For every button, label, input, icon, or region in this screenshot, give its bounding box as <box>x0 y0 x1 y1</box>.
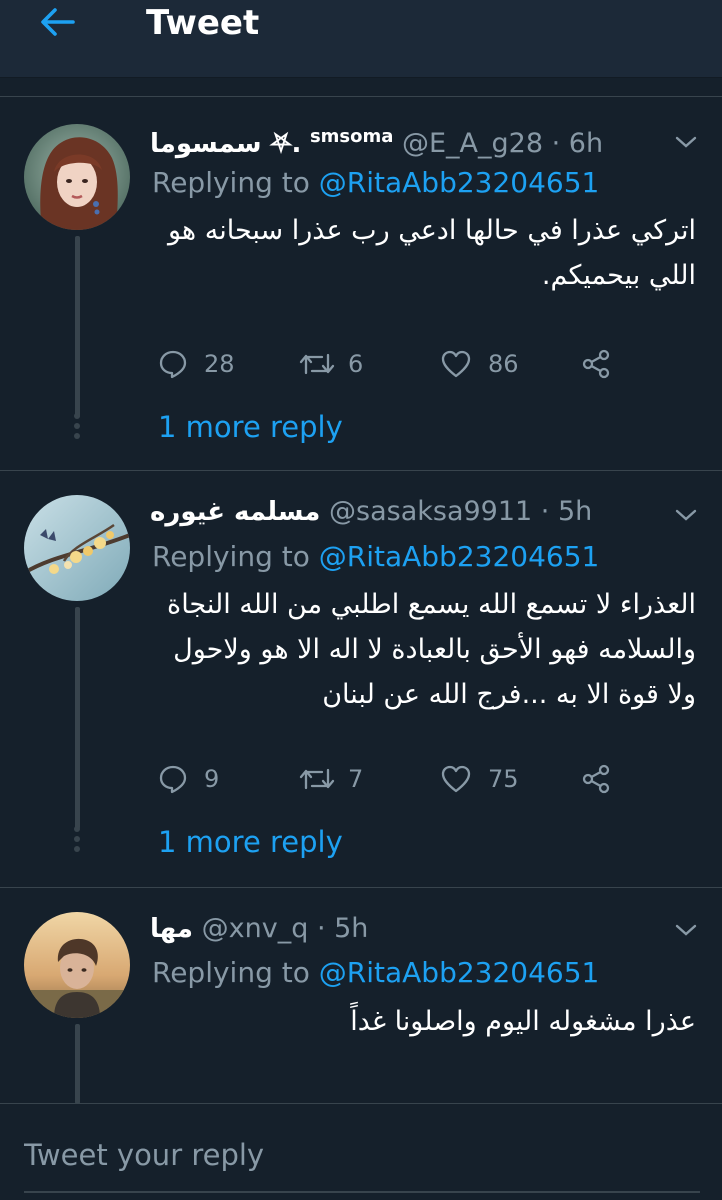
replying-to-label: Replying to <box>152 956 310 989</box>
timestamp: · 5h <box>540 496 593 527</box>
show-more-replies-link[interactable]: 1 more reply <box>158 407 343 447</box>
tweet-menu-button[interactable] <box>674 507 698 523</box>
replying-to: Replying to @RitaAbb23204651 <box>152 164 599 202</box>
avatar[interactable] <box>24 495 130 601</box>
show-more-replies-link[interactable]: 1 more reply <box>158 822 343 862</box>
like-icon <box>441 350 471 378</box>
user-handle[interactable]: @sasaksa9911 <box>329 496 532 527</box>
display-name[interactable]: مسلمه غيوره <box>150 497 320 527</box>
user-handle[interactable]: @E_A_g28 <box>402 128 543 159</box>
mention-link[interactable]: @RitaAbb23204651 <box>319 956 600 989</box>
reply-button[interactable]: 9 <box>158 757 219 801</box>
tweet-text: اتركي عذرا في حالها ادعي رب عذرا سبحانه … <box>167 215 696 291</box>
tweet-actions: 28 6 86 <box>150 342 630 386</box>
mention-link[interactable]: @RitaAbb23204651 <box>319 166 600 199</box>
like-count: 75 <box>488 765 519 793</box>
reply-count: 28 <box>204 350 235 378</box>
like-button[interactable]: 86 <box>440 342 519 386</box>
thread-line <box>75 236 80 418</box>
share-icon <box>582 764 610 794</box>
share-button[interactable] <box>580 757 612 801</box>
replying-to: Replying to @RitaAbb23204651 <box>152 538 599 576</box>
retweet-button[interactable]: 7 <box>298 757 363 801</box>
display-name-latin: smsoma <box>309 126 394 147</box>
chevron-down-icon <box>675 136 697 148</box>
thread-line <box>75 1024 80 1104</box>
back-arrow-icon <box>41 8 75 36</box>
user-handle[interactable]: @xnv_q <box>202 913 309 944</box>
tweet-header: مسلمه غيوره @sasaksa9911 · 5h <box>150 493 592 531</box>
tweet-text: العذراء لا تسمع الله يسمع اطلبي من الله … <box>167 589 696 710</box>
tweet-card[interactable]: مها @xnv_q · 5h Replying to @RitaAbb2320… <box>0 888 722 1104</box>
share-icon <box>582 349 610 379</box>
top-app-bar: Tweet <box>0 0 722 78</box>
retweet-icon <box>299 768 335 790</box>
thread-line <box>75 607 80 829</box>
retweet-button[interactable]: 6 <box>298 342 363 386</box>
replying-to-label: Replying to <box>152 540 310 573</box>
replying-to: Replying to @RitaAbb23204651 <box>152 954 599 992</box>
chevron-down-icon <box>675 509 697 521</box>
like-button[interactable]: 75 <box>440 757 519 801</box>
chevron-down-icon <box>675 924 697 936</box>
reply-composer-bar <box>0 1103 722 1200</box>
retweet-count: 6 <box>348 350 364 378</box>
tweet-menu-button[interactable] <box>674 134 698 150</box>
tweet-actions: 9 7 75 <box>150 757 630 801</box>
thread-gap-dots <box>74 826 81 856</box>
reply-icon <box>159 350 187 379</box>
reply-icon <box>159 765 187 794</box>
tweet-header: مها @xnv_q · 5h <box>150 910 368 948</box>
retweet-icon <box>299 353 335 375</box>
tweet-menu-button[interactable] <box>674 922 698 938</box>
thread-gap-dots <box>74 413 81 443</box>
avatar[interactable] <box>24 124 130 230</box>
tweet-text: عذرا مشغوله اليوم واصلونا غداً <box>350 1006 696 1037</box>
replying-to-label: Replying to <box>152 166 310 199</box>
mention-link[interactable]: @RitaAbb23204651 <box>319 540 600 573</box>
avatar-image <box>24 912 130 1018</box>
share-button[interactable] <box>580 342 612 386</box>
avatar[interactable] <box>24 912 130 1018</box>
avatar-image <box>24 124 130 230</box>
reply-count: 9 <box>204 765 220 793</box>
like-count: 86 <box>488 350 519 378</box>
tweet-card[interactable]: مسلمه غيوره @sasaksa9911 · 5h Replying t… <box>0 471 722 887</box>
page-title: Tweet <box>146 3 260 43</box>
timestamp: · 5h <box>316 913 369 944</box>
display-name[interactable]: سمسوما ⛧. <box>150 129 301 159</box>
tweet-header: سمسوما ⛧. smsoma @E_A_g28 · 6h <box>150 118 604 159</box>
reply-input[interactable] <box>24 1132 704 1178</box>
reply-button[interactable]: 28 <box>158 342 235 386</box>
avatar-image <box>24 495 130 601</box>
timestamp: · 6h <box>551 128 604 159</box>
retweet-count: 7 <box>348 765 364 793</box>
display-name[interactable]: مها <box>150 914 193 944</box>
back-button[interactable] <box>30 2 84 42</box>
like-icon <box>441 765 471 793</box>
tweet-card[interactable]: سمسوما ⛧. smsoma @E_A_g28 · 6h Replying … <box>0 98 722 470</box>
input-underline <box>24 1191 700 1193</box>
divider <box>0 96 722 97</box>
